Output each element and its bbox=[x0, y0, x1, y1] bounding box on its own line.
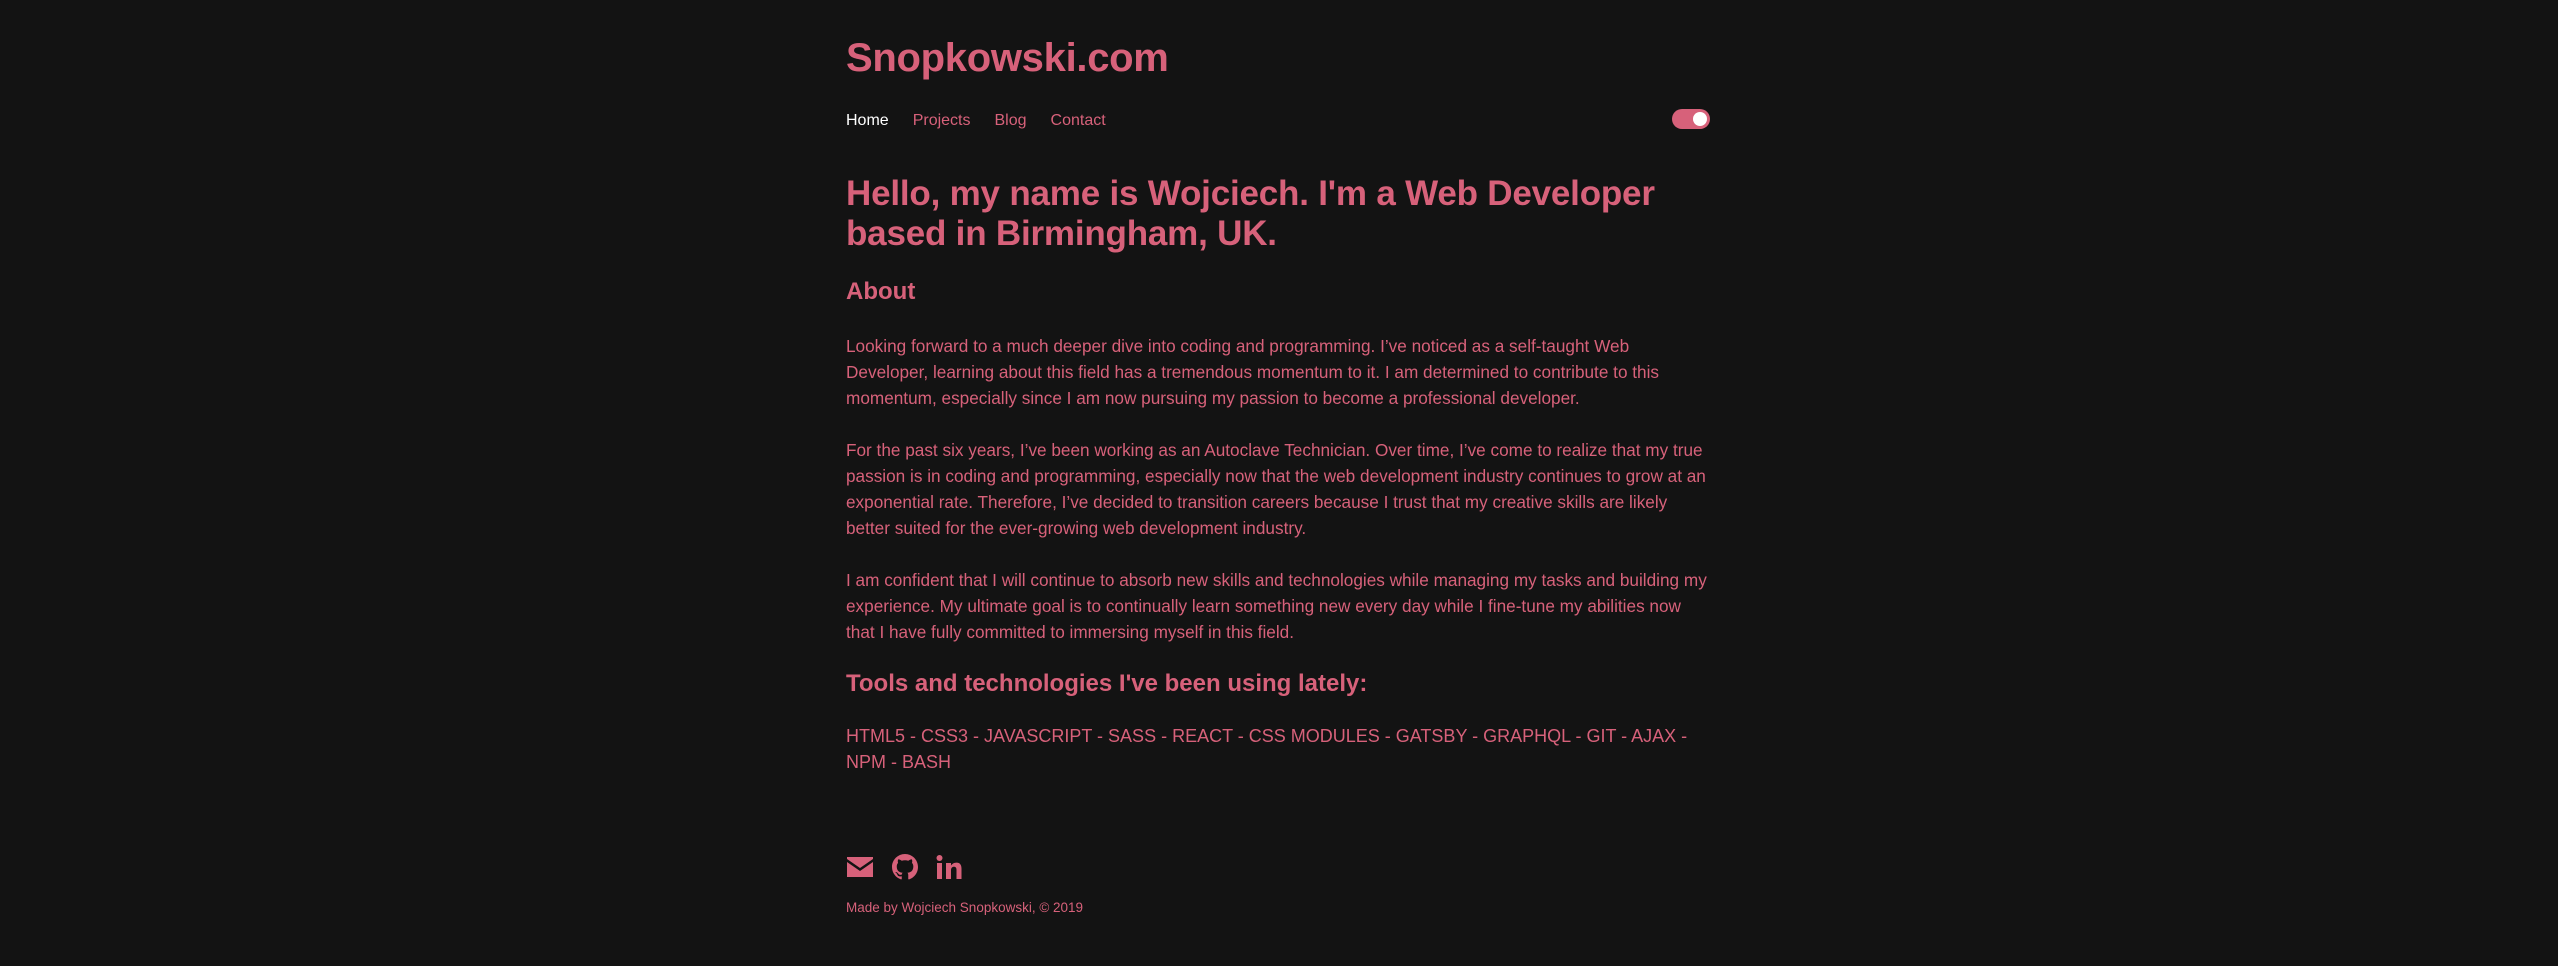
toggle-knob bbox=[1693, 112, 1707, 126]
about-heading: About bbox=[846, 278, 916, 305]
about-paragraph-1: Looking forward to a much deeper dive in… bbox=[846, 336, 1660, 408]
nav-home[interactable]: Home bbox=[846, 112, 889, 130]
about-paragraph-2: For the past six years, I’ve been workin… bbox=[846, 440, 1706, 538]
site-title[interactable]: Snopkowski.com bbox=[846, 36, 1169, 81]
github-icon[interactable] bbox=[892, 854, 918, 880]
social-links bbox=[846, 854, 962, 880]
envelope-icon[interactable] bbox=[846, 856, 874, 878]
tools-heading: Tools and technologies I've been using l… bbox=[846, 670, 1368, 697]
theme-toggle[interactable] bbox=[1672, 109, 1710, 129]
tools-list: HTML5 - CSS3 - JAVASCRIPT - SASS - REACT… bbox=[846, 726, 1688, 772]
linkedin-icon[interactable] bbox=[936, 854, 962, 880]
intro-headline: Hello, my name is Wojciech. I'm a Web De… bbox=[846, 174, 1655, 253]
main-nav: Home Projects Blog Contact bbox=[846, 112, 1106, 130]
nav-contact[interactable]: Contact bbox=[1051, 112, 1106, 130]
footer-credit: Made by Wojciech Snopkowski, © 2019 bbox=[846, 900, 1084, 915]
about-paragraph-3: I am confident that I will continue to a… bbox=[846, 570, 1707, 642]
nav-projects[interactable]: Projects bbox=[913, 112, 971, 130]
nav-blog[interactable]: Blog bbox=[994, 112, 1026, 130]
